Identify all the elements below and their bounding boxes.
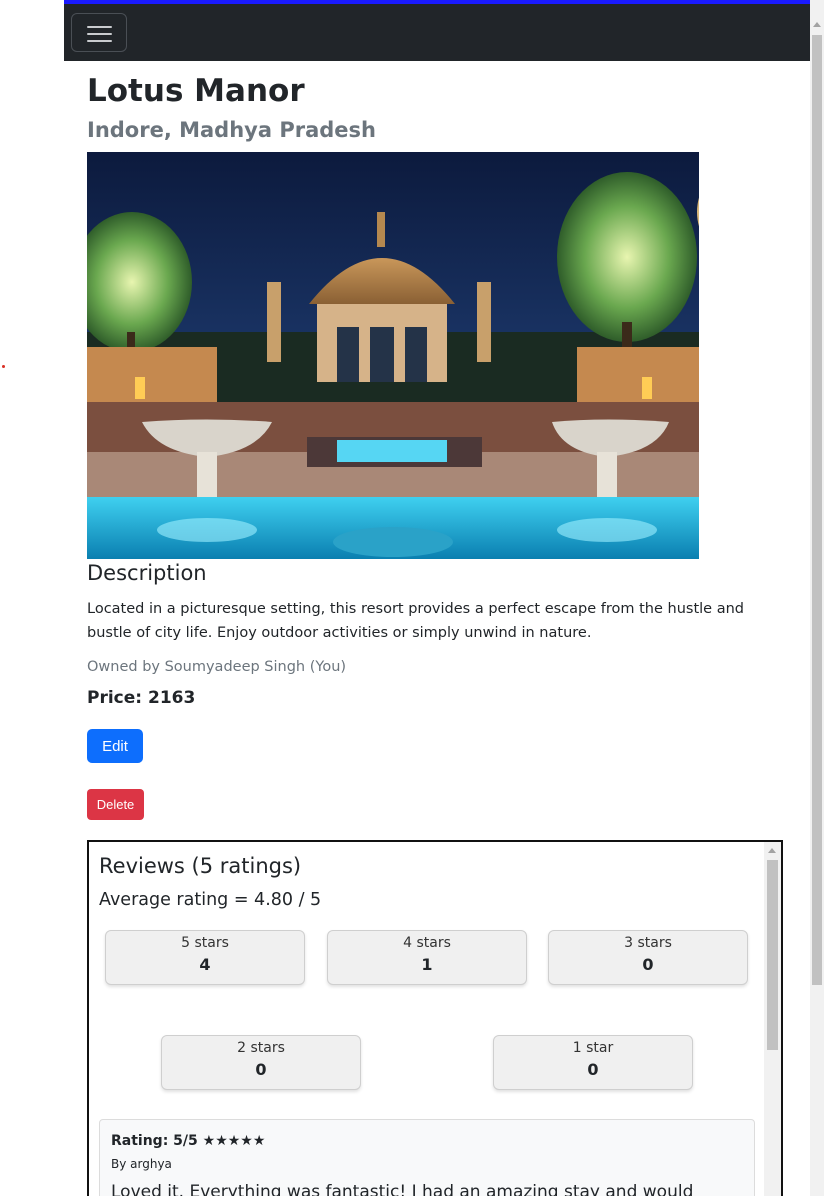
rating-breakdown-4: 4 stars 1 <box>327 930 527 985</box>
listing-location: Indore, Madhya Pradesh <box>87 118 376 142</box>
rating-breakdown-count: 0 <box>587 1060 599 1079</box>
rating-breakdown-1: 1 star 0 <box>493 1035 693 1090</box>
page-scrollbar[interactable] <box>810 0 824 1196</box>
owner-text: Owned by Soumyadeep Singh (You) <box>87 659 347 675</box>
listing-title: Lotus Manor <box>87 73 305 109</box>
price-value: 2163 <box>148 688 196 708</box>
listing-photo <box>87 152 699 559</box>
navbar-toggler-button[interactable] <box>71 13 127 52</box>
price-text: Price: 2163 <box>87 688 195 708</box>
stray-marker <box>2 365 5 368</box>
reviews-scrollbar[interactable] <box>764 842 781 1196</box>
review-author: By arghya <box>111 1157 172 1171</box>
rating-breakdown-5: 5 stars 4 <box>105 930 305 985</box>
review-text: Loved it. Everything was fantastic! I ha… <box>111 1182 694 1196</box>
rating-breakdown-3: 3 stars 0 <box>548 930 748 985</box>
reviews-panel[interactable]: Reviews (5 ratings) Average rating = 4.8… <box>87 840 783 1196</box>
review-rating: Rating: 5/5 ★★★★★ <box>111 1133 266 1149</box>
reviews-scroll-thumb[interactable] <box>767 860 778 1050</box>
rating-breakdown-2: 2 stars 0 <box>161 1035 361 1090</box>
review-card: Rating: 5/5 ★★★★★ By arghya Loved it. Ev… <box>99 1119 755 1196</box>
rating-breakdown-label: 1 star <box>572 1040 614 1056</box>
scroll-up-icon[interactable] <box>768 848 776 853</box>
rating-breakdown-count: 0 <box>255 1060 267 1079</box>
average-rating: Average rating = 4.80 / 5 <box>99 890 322 910</box>
edit-button[interactable]: Edit <box>87 729 143 763</box>
rating-breakdown-label: 3 stars <box>624 935 672 951</box>
rating-breakdown-count: 4 <box>199 955 211 974</box>
reviews-title: Reviews (5 ratings) <box>99 854 302 878</box>
delete-button[interactable]: Delete <box>87 789 144 820</box>
rating-breakdown-count: 0 <box>642 955 654 974</box>
page-scroll-thumb[interactable] <box>812 35 822 985</box>
rating-breakdown-label: 2 stars <box>237 1040 285 1056</box>
rating-breakdown-label: 4 stars <box>403 935 451 951</box>
scroll-up-icon[interactable] <box>813 22 821 27</box>
price-label: Price: <box>87 688 143 708</box>
navbar <box>64 4 810 61</box>
rating-breakdown-label: 5 stars <box>181 935 229 951</box>
rating-breakdown-count: 1 <box>421 955 433 974</box>
description-text: Located in a picturesque setting, this r… <box>87 601 744 641</box>
description-heading: Description <box>87 561 207 585</box>
